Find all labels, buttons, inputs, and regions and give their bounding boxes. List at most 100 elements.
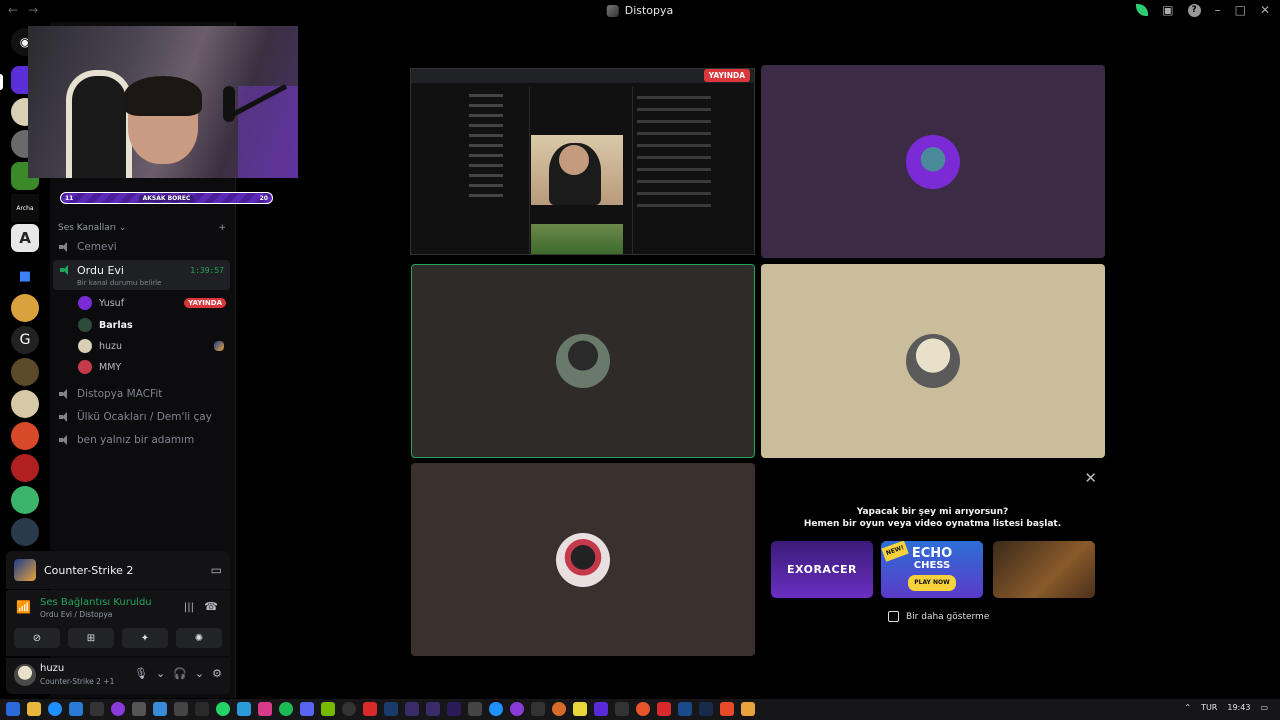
server-icon-12[interactable]: [11, 454, 39, 482]
back-arrow-icon[interactable]: ←: [8, 3, 18, 17]
tray-chevron-icon[interactable]: ⌃: [1184, 703, 1191, 712]
help-icon[interactable]: ?: [1187, 3, 1201, 17]
start-icon[interactable]: [6, 702, 20, 716]
spotify-icon[interactable]: [279, 702, 293, 716]
forward-arrow-icon[interactable]: →: [28, 3, 38, 17]
server-icon-8[interactable]: G: [11, 326, 39, 354]
chevron-down-icon[interactable]: ⌄: [195, 667, 204, 680]
vscode-icon[interactable]: [69, 702, 83, 716]
app-icon[interactable]: [657, 702, 671, 716]
member-yusuf[interactable]: Yusuf YAYINDA: [78, 296, 226, 310]
whatsapp-icon[interactable]: [216, 702, 230, 716]
noise-suppression-icon[interactable]: |||: [184, 602, 194, 613]
language-indicator[interactable]: TUR: [1201, 703, 1217, 712]
server-icon-13[interactable]: [11, 486, 39, 514]
member-barlas[interactable]: Barlas: [78, 318, 226, 332]
obs-icon[interactable]: [342, 702, 356, 716]
microphone-icon[interactable]: 🎙: [134, 667, 148, 680]
server-icon-5[interactable]: Archa: [11, 194, 39, 222]
signal-icon[interactable]: 📶: [16, 600, 31, 614]
notification-icon[interactable]: ▭: [1260, 703, 1268, 712]
notion-icon[interactable]: [90, 702, 104, 716]
premiere-icon[interactable]: [447, 702, 461, 716]
discord-taskbar-icon[interactable]: [300, 702, 314, 716]
inbox-icon[interactable]: ▣: [1162, 3, 1173, 17]
app-icon[interactable]: [615, 702, 629, 716]
screen-share-icon[interactable]: ▭: [211, 563, 222, 577]
app-icon[interactable]: [153, 702, 167, 716]
member-mmy[interactable]: MMY: [78, 360, 226, 374]
telegram-icon[interactable]: [237, 702, 251, 716]
server-icon-9[interactable]: [11, 358, 39, 386]
activities-button[interactable]: ✦: [122, 628, 168, 648]
maximize-icon[interactable]: □: [1235, 3, 1246, 17]
server-icon-10[interactable]: [11, 390, 39, 418]
channel-ulku-ocaklari[interactable]: Ülkü Ocakları / Dem'li çay: [59, 411, 212, 423]
folder-icon[interactable]: ■: [11, 262, 39, 290]
clock[interactable]: 19:43: [1227, 703, 1250, 712]
chevron-down-icon[interactable]: ⌄: [156, 667, 165, 680]
nitro-leaf-icon[interactable]: [1136, 4, 1149, 16]
channel-cemevi[interactable]: Cemevi: [59, 241, 117, 253]
media-encoder-icon[interactable]: [405, 702, 419, 716]
tiktok-icon[interactable]: [195, 702, 209, 716]
app-icon[interactable]: [531, 702, 545, 716]
voice-status-title[interactable]: Ses Bağlantısı Kuruldu: [40, 597, 152, 608]
app-icon[interactable]: [174, 702, 188, 716]
settings-gear-icon[interactable]: ⚙: [212, 667, 222, 680]
add-channel-icon[interactable]: +: [218, 223, 226, 233]
game-card-exoracer[interactable]: EXORACER: [771, 541, 873, 598]
close-window-icon[interactable]: ✕: [1260, 3, 1270, 17]
app-icon[interactable]: [489, 702, 503, 716]
voice-status-subtitle[interactable]: Ordu Evi / Distopya: [40, 610, 112, 619]
app-icon[interactable]: [132, 702, 146, 716]
app-icon[interactable]: [573, 702, 587, 716]
minimize-icon[interactable]: –: [1215, 3, 1221, 17]
app-icon[interactable]: [552, 702, 566, 716]
headphones-icon[interactable]: 🎧: [173, 667, 187, 680]
nav-arrows: ← →: [8, 3, 38, 17]
dont-show-again-checkbox[interactable]: Bir daha gösterme: [888, 611, 989, 622]
camera-off-button[interactable]: ⊘: [14, 628, 60, 648]
participant-tile-mmy[interactable]: [411, 463, 755, 656]
participant-tile-huzu[interactable]: [761, 264, 1105, 458]
participant-tile-barlas[interactable]: [411, 264, 755, 458]
app-icon[interactable]: [510, 702, 524, 716]
app-icon[interactable]: [594, 702, 608, 716]
browser-icon[interactable]: [48, 702, 62, 716]
adobe-icon[interactable]: [363, 702, 377, 716]
server-icon-7[interactable]: [11, 294, 39, 322]
game-card-echo-chess[interactable]: NEW! ECHO CHESS PLAY NOW: [881, 541, 983, 598]
app-icon[interactable]: [636, 702, 650, 716]
user-name[interactable]: huzu: [40, 663, 64, 674]
channel-ben-yalniz[interactable]: ben yalnız bir adamım: [59, 434, 194, 446]
counter-strike-taskbar-icon[interactable]: [741, 702, 755, 716]
disconnect-icon[interactable]: ☎: [204, 600, 218, 613]
app-icon[interactable]: [111, 702, 125, 716]
nvidia-icon[interactable]: [321, 702, 335, 716]
app-icon[interactable]: [468, 702, 482, 716]
app-icon[interactable]: [678, 702, 692, 716]
server-icon-14[interactable]: [11, 518, 39, 546]
participant-tile-yusuf[interactable]: [761, 65, 1105, 258]
screen-share-tile[interactable]: YAYINDA: [410, 68, 755, 255]
brave-icon[interactable]: [720, 702, 734, 716]
file-explorer-icon[interactable]: [27, 702, 41, 716]
photoshop-icon[interactable]: [384, 702, 398, 716]
channel-status[interactable]: Bir kanal durumu belirle: [77, 279, 161, 287]
game-card-third[interactable]: [993, 541, 1095, 598]
server-boost-bar: 11 AKSAK BOREC 20: [60, 192, 273, 204]
user-avatar[interactable]: [14, 664, 36, 686]
share-screen-button[interactable]: ⊞: [68, 628, 114, 648]
soundboard-button[interactable]: ✺: [176, 628, 222, 648]
server-icon-11[interactable]: [11, 422, 39, 450]
server-icon-6[interactable]: A: [11, 224, 39, 252]
channel-ordu-evi[interactable]: Ordu Evi 1:39:57 Bir kanal durumu belirl…: [53, 260, 230, 290]
instagram-icon[interactable]: [258, 702, 272, 716]
close-icon[interactable]: ✕: [1084, 469, 1097, 487]
steam-icon[interactable]: [699, 702, 713, 716]
channel-distopya-macfit[interactable]: Distopya MACFit: [59, 388, 162, 400]
voice-channels-header[interactable]: Ses Kanalları ⌄ +: [58, 223, 226, 233]
after-effects-icon[interactable]: [426, 702, 440, 716]
member-huzu[interactable]: huzu: [78, 339, 226, 353]
